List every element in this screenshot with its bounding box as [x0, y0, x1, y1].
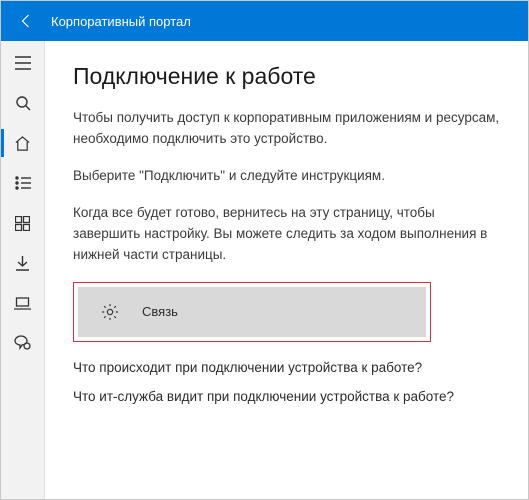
connect-button-label: Связь	[142, 304, 178, 319]
sidebar-item-support[interactable]	[1, 323, 45, 363]
connect-highlight-box: Связь	[73, 282, 431, 342]
laptop-icon	[14, 297, 31, 310]
sidebar-item-tiles[interactable]	[1, 203, 45, 243]
faq-link-1[interactable]: Что происходит при подключении устройств…	[73, 360, 500, 375]
download-icon	[15, 255, 30, 271]
titlebar: Корпоративный портал	[1, 1, 528, 41]
search-icon	[15, 95, 31, 111]
gear-icon	[100, 302, 120, 322]
intro-para-3: Когда все будет готово, вернитесь на эту…	[73, 203, 500, 266]
home-icon	[14, 135, 31, 152]
sidebar-item-apps[interactable]	[1, 163, 45, 203]
app-title: Корпоративный портал	[51, 14, 191, 29]
list-icon	[15, 176, 31, 190]
page-title: Подключение к работе	[73, 63, 500, 90]
intro-para-2: Выберите "Подключить" и следуйте инструк…	[73, 166, 500, 187]
back-button[interactable]	[5, 1, 49, 41]
sidebar-item-device[interactable]	[1, 283, 45, 323]
main-content: Подключение к работе Чтобы получить дост…	[45, 41, 528, 499]
app-window: Корпоративный портал	[0, 0, 529, 500]
menu-icon	[15, 56, 31, 70]
sidebar-item-menu[interactable]	[1, 43, 45, 83]
connect-button[interactable]: Связь	[78, 287, 426, 337]
support-icon	[14, 335, 31, 351]
faq-link-2[interactable]: Что ит-служба видит при подключении устр…	[73, 389, 500, 404]
app-body: Подключение к работе Чтобы получить дост…	[1, 41, 528, 499]
sidebar	[1, 41, 45, 499]
intro-para-1: Чтобы получить доступ к корпоративным пр…	[73, 108, 500, 150]
tiles-icon	[15, 216, 30, 231]
sidebar-item-search[interactable]	[1, 83, 45, 123]
sidebar-item-home[interactable]	[1, 123, 45, 163]
sidebar-item-download[interactable]	[1, 243, 45, 283]
back-arrow-icon	[18, 12, 36, 30]
